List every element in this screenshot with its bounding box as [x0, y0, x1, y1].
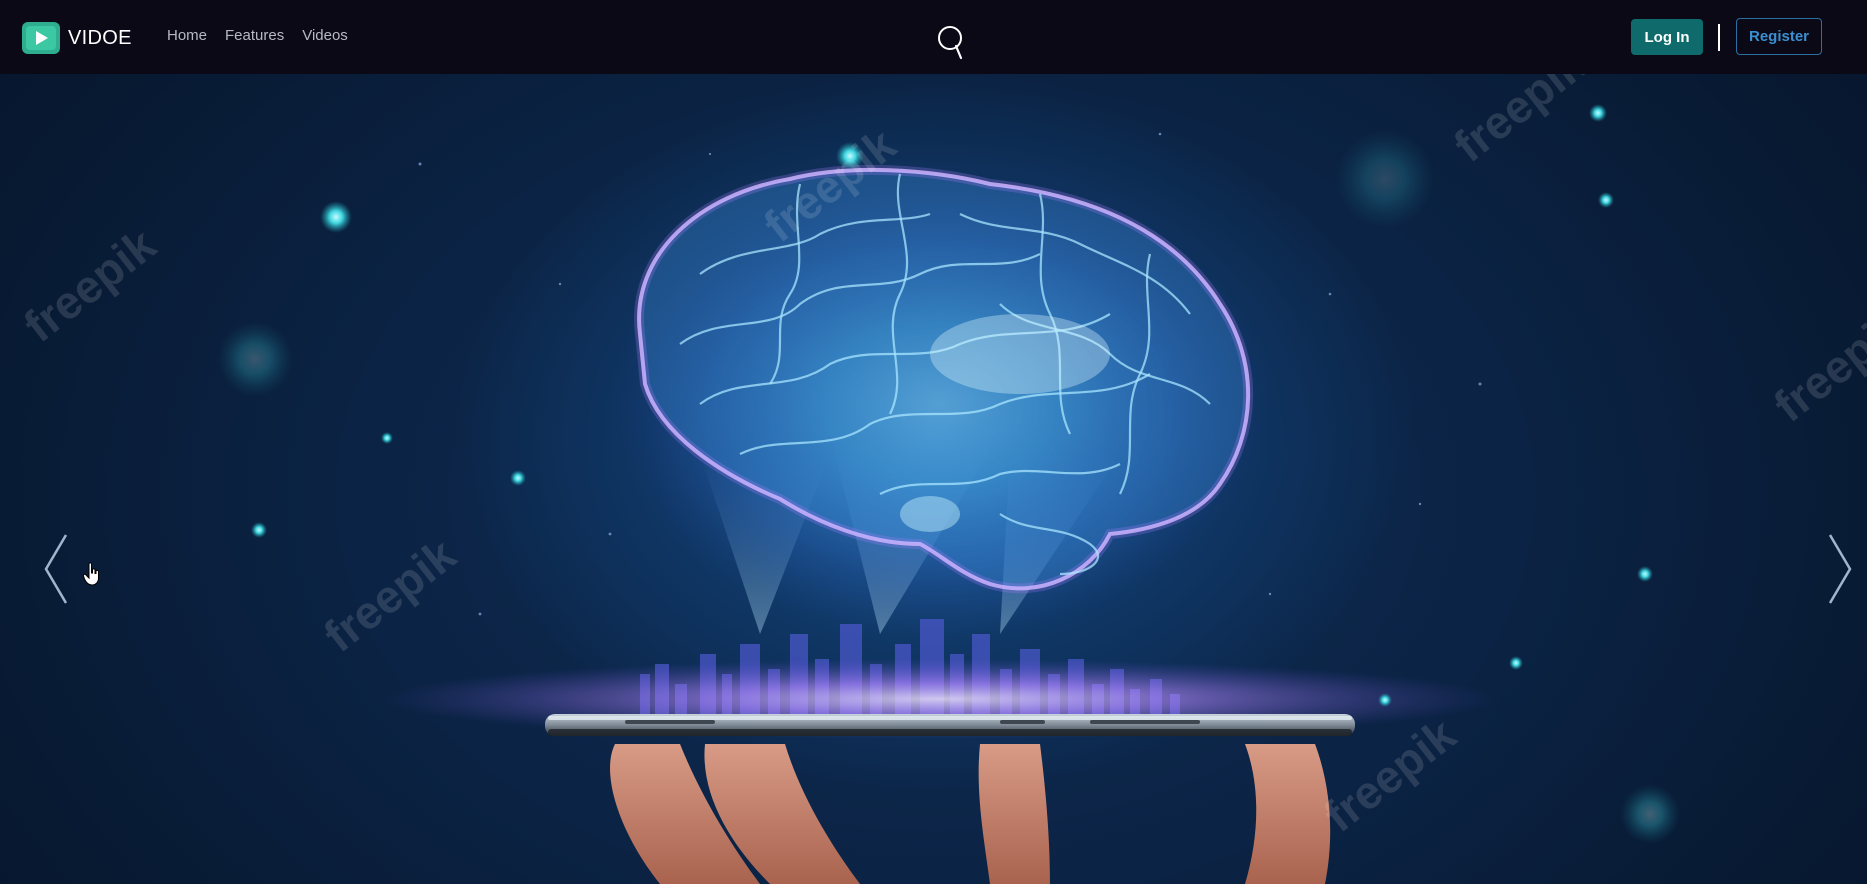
smartphone	[545, 714, 1355, 736]
play-icon	[22, 22, 60, 54]
search-button[interactable]	[936, 24, 966, 60]
register-button[interactable]: Register	[1736, 18, 1822, 55]
nav-features[interactable]: Features	[225, 27, 284, 44]
chevron-right-icon	[1828, 534, 1852, 604]
svg-text:freepik: freepik	[1764, 298, 1867, 432]
nav-divider	[1718, 24, 1720, 51]
svg-text:freepik: freepik	[1444, 74, 1595, 172]
login-button[interactable]: Log In	[1631, 19, 1703, 55]
carousel-prev-button[interactable]	[36, 529, 76, 609]
carousel-next-button[interactable]	[1820, 529, 1860, 609]
search-icon	[938, 26, 963, 60]
nav-videos[interactable]: Videos	[302, 27, 348, 44]
chevron-left-icon	[44, 534, 68, 604]
brain-hologram	[610, 164, 1270, 634]
main-nav: Home Features Videos	[167, 27, 348, 44]
nav-home[interactable]: Home	[167, 27, 207, 44]
hand	[610, 744, 1331, 884]
hero-image: freepik freepik freepik freepik freepik …	[14, 74, 1867, 884]
svg-text:freepik: freepik	[314, 528, 465, 662]
svg-text:freepik: freepik	[14, 218, 165, 352]
hand-cursor-icon	[83, 562, 99, 586]
hero-carousel: freepik freepik freepik freepik freepik …	[0, 74, 1867, 884]
top-navbar: VIDOE Home Features Videos Log In Regist…	[0, 0, 1867, 74]
brand-link[interactable]: VIDOE	[22, 21, 132, 55]
brand-name: VIDOE	[68, 26, 132, 49]
